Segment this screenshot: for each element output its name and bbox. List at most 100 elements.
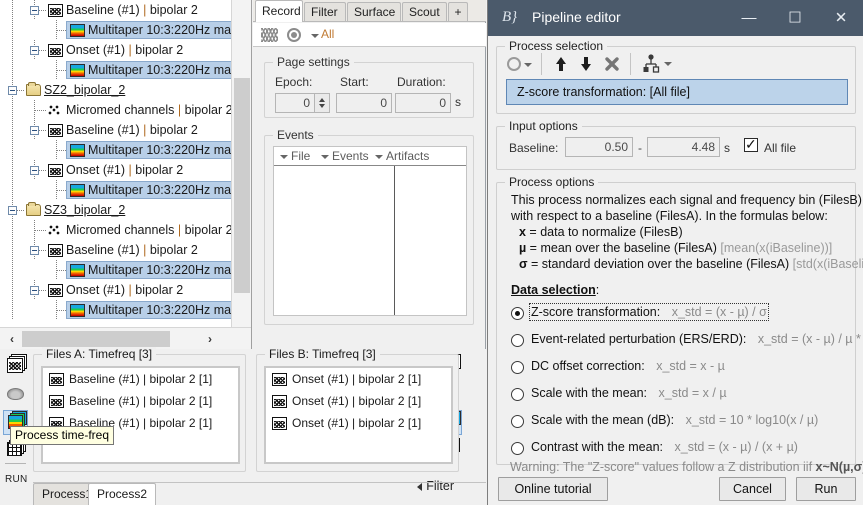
run-button[interactable]: Run [796, 477, 856, 501]
pipeline-titlebar[interactable]: B} Pipeline editor — ☐ ✕ [488, 0, 863, 36]
process-tabstrip[interactable]: Process1 Process2 [33, 482, 486, 505]
tree-expander-icon[interactable] [30, 126, 39, 135]
tree-item[interactable]: Multitaper 10:3:220Hz mag [0, 20, 232, 40]
events-menu-file[interactable]: File [280, 149, 310, 163]
tree-item[interactable]: Onset (#1) | bipolar 2 [0, 280, 232, 300]
tab-scout[interactable]: Scout [402, 2, 447, 22]
tree-horizontal-scrollbar[interactable]: ‹ › [0, 327, 252, 349]
window-title: Pipeline editor [532, 9, 621, 25]
tree-item[interactable]: Baseline (#1) | bipolar 2 [0, 240, 232, 260]
start-input[interactable]: 0 [336, 93, 392, 113]
waveform-icon [48, 244, 63, 257]
description-line2: with respect to a baseline (FilesA). In … [511, 209, 828, 223]
move-down-button[interactable] [578, 54, 594, 74]
montage-icon[interactable] [261, 28, 278, 42]
panel-tabstrip[interactable]: Record Filter Surface Scout + [253, 0, 486, 22]
tree-item[interactable]: Baseline (#1) | bipolar 2 [0, 120, 232, 140]
tree-item[interactable]: SZ3_bipolar_2 [0, 200, 232, 220]
tree-expander-icon[interactable] [8, 206, 17, 215]
radio-label: Event-related perturbation (ERS/ERD): x_… [531, 332, 863, 346]
selected-process-item[interactable]: Z-score transformation: [All file] [506, 79, 848, 105]
epoch-input[interactable]: 0 [275, 93, 315, 113]
tree-item[interactable]: Multitaper 10:3:220Hz mag [0, 300, 232, 320]
gear-button[interactable] [507, 55, 533, 75]
events-menubar[interactable]: File Events Artifacts [274, 147, 466, 166]
montage-all-label[interactable]: All [321, 27, 334, 41]
tree-item[interactable]: Micromed channels | bipolar 2 [0, 220, 232, 240]
baseline-end-input[interactable]: 4.48 [647, 137, 720, 157]
all-file-checkbox[interactable] [744, 138, 758, 152]
tree-item[interactable]: Onset (#1) | bipolar 2 [0, 160, 232, 180]
pipeline-structure-button[interactable] [642, 53, 670, 75]
chevron-right-icon[interactable]: › [200, 328, 220, 349]
list-item[interactable]: Baseline (#1) | bipolar 2 [1] [43, 368, 238, 390]
events-list[interactable]: File Events Artifacts [273, 146, 467, 316]
tree-expander-icon[interactable] [30, 46, 39, 55]
tree-hscroll-thumb[interactable] [22, 331, 170, 347]
delete-button[interactable] [603, 54, 621, 74]
waveform-icon [48, 4, 63, 17]
tree-expander-icon[interactable] [30, 166, 39, 175]
tree-vertical-scrollbar[interactable]: ⌄ [231, 0, 251, 349]
duration-input[interactable]: 0 [395, 93, 451, 113]
online-tutorial-button[interactable]: Online tutorial [498, 477, 608, 501]
cancel-button[interactable]: Cancel [719, 477, 786, 501]
chevron-left-icon[interactable]: ‹ [2, 328, 22, 349]
files-a-list[interactable]: Baseline (#1) | bipolar 2 [1] Baseline (… [41, 366, 240, 464]
tree-expander-icon[interactable] [30, 246, 39, 255]
radio-button[interactable] [511, 361, 524, 374]
run-label[interactable]: RUN [5, 474, 28, 485]
minimize-button[interactable]: — [726, 0, 772, 36]
tree-item[interactable]: Multitaper 10:3:220Hz mag [0, 60, 232, 80]
tree-item[interactable]: Baseline (#1) | bipolar 2 [0, 0, 232, 20]
baseline-unit: s [724, 141, 730, 155]
list-item[interactable]: Onset (#1) | bipolar 2 [1] [266, 390, 451, 412]
description-mu: µ = mean over the baseline (FilesA) [mea… [519, 241, 832, 255]
list-item[interactable]: Baseline (#1) | bipolar 2 [1] [43, 390, 238, 412]
maximize-button[interactable]: ☐ [772, 0, 818, 36]
tab-filter[interactable]: Filter [304, 2, 346, 22]
list-item[interactable]: Onset (#1) | bipolar 2 [1] [266, 412, 451, 434]
events-column-splitter[interactable] [394, 166, 395, 315]
radio-button[interactable] [511, 415, 524, 428]
radio-button[interactable] [511, 388, 524, 401]
tab-add[interactable]: + [448, 2, 468, 22]
baseline-label: Baseline: [509, 141, 558, 155]
tree-item-label: Onset (#1) | bipolar 2 [66, 280, 183, 300]
tree-item[interactable]: SZ2_bipolar_2 [0, 80, 232, 100]
tree-expander-icon[interactable] [30, 6, 39, 15]
tab-process2[interactable]: Process2 [88, 483, 156, 505]
tab-record[interactable]: Record [255, 0, 303, 22]
tree-item[interactable]: Multitaper 10:3:220Hz mag [0, 260, 232, 280]
radio-button[interactable] [511, 307, 524, 320]
baseline-start-input[interactable]: 0.50 [565, 137, 633, 157]
list-item[interactable]: Onset (#1) | bipolar 2 [1] [266, 368, 451, 390]
tree-vscroll-thumb[interactable] [234, 78, 250, 293]
events-menu-artifacts[interactable]: Artifacts [375, 149, 429, 163]
close-button[interactable]: ✕ [818, 0, 863, 36]
record-panel: Record Filter Surface Scout + All Page s… [253, 0, 486, 349]
sidebar-icon-sources[interactable] [3, 382, 28, 407]
recordings-icon [7, 358, 23, 373]
record-mini-toolbar[interactable]: All [253, 23, 486, 47]
tree-item[interactable]: Onset (#1) | bipolar 2 [0, 40, 232, 60]
all-file-label[interactable]: All file [764, 141, 796, 155]
move-up-button[interactable] [553, 54, 569, 74]
radio-button[interactable] [511, 442, 524, 455]
sidebar-icon-recordings[interactable] [3, 354, 28, 379]
description-x: x = data to normalize (FilesB) [519, 225, 683, 239]
start-label: Start: [340, 75, 369, 89]
epoch-stepper[interactable] [315, 93, 330, 113]
tree-item[interactable]: Multitaper 10:3:220Hz mag [0, 140, 232, 160]
tab-surface[interactable]: Surface [347, 2, 401, 22]
events-menu-events[interactable]: Events [321, 149, 369, 163]
database-tree-panel[interactable]: Baseline (#1) | bipolar 2Multitaper 10:3… [0, 0, 252, 349]
tree-expander-icon[interactable] [30, 286, 39, 295]
chevron-down-icon[interactable] [311, 34, 319, 38]
radio-button[interactable] [511, 334, 524, 347]
tree-expander-icon[interactable] [8, 86, 17, 95]
tree-item[interactable]: Micromed channels | bipolar 2 [0, 100, 232, 120]
target-icon[interactable] [287, 28, 301, 42]
files-b-list[interactable]: Onset (#1) | bipolar 2 [1] Onset (#1) | … [264, 366, 453, 464]
tree-item[interactable]: Multitaper 10:3:220Hz mag [0, 180, 232, 200]
